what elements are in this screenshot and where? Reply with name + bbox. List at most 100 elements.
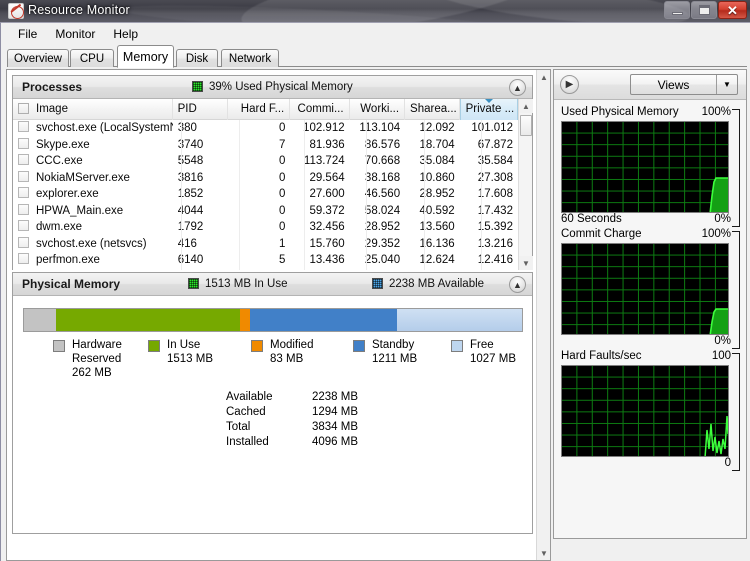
menu-item-file[interactable]: File bbox=[9, 25, 46, 43]
pane-scroll-down-arrow-icon[interactable]: ▼ bbox=[537, 546, 551, 560]
row-checkbox[interactable] bbox=[18, 171, 29, 182]
scrollbar-thumb[interactable] bbox=[520, 115, 532, 136]
physical-memory-summary: Available2238 MBCached1294 MBTotal3834 M… bbox=[226, 391, 358, 451]
cell-private: 15.392 bbox=[460, 219, 518, 236]
resource-monitor-icon bbox=[8, 3, 24, 19]
used-physical-memory-graph: Used Physical Memory 100% 60 Seconds 0% bbox=[561, 106, 741, 228]
cell-hard: 0 bbox=[228, 120, 290, 137]
graph-title: Commit Charge bbox=[561, 228, 642, 240]
menu-item-help[interactable]: Help bbox=[104, 25, 147, 43]
legend-text-line-1: Free bbox=[470, 339, 494, 351]
chevron-right-icon[interactable]: ▶ bbox=[560, 75, 579, 94]
views-button[interactable]: Views ▼ bbox=[630, 74, 738, 95]
row-checkbox[interactable] bbox=[18, 138, 29, 149]
row-checkbox[interactable] bbox=[18, 121, 29, 132]
tab-cpu[interactable]: CPU bbox=[70, 49, 114, 67]
chevron-down-icon[interactable]: ▼ bbox=[716, 75, 737, 94]
row-checkbox[interactable] bbox=[18, 154, 29, 165]
cell-commit: 27.600 bbox=[290, 186, 349, 203]
summary-key: Total bbox=[226, 421, 296, 433]
pane-scroll-up-arrow-icon[interactable]: ▲ bbox=[537, 70, 551, 84]
row-checkbox[interactable] bbox=[18, 204, 29, 215]
table-row[interactable]: perfmon.exe6140513.43625.04012.62412.416 bbox=[13, 252, 518, 269]
cell-text: Skype.exe bbox=[36, 139, 90, 151]
graph-footer: 0% bbox=[561, 335, 741, 350]
window-client-area: File Monitor Help Overview CPU Memory Di… bbox=[0, 22, 750, 561]
graph-title-row: Hard Faults/sec 100 bbox=[561, 350, 741, 365]
processes-table[interactable]: Image PID Hard F...Commi...Worki...Sharea.… bbox=[13, 99, 532, 270]
cell-hard: 0 bbox=[228, 170, 290, 187]
cell-shared: 28.952 bbox=[405, 186, 460, 203]
cell-commit: 13.436 bbox=[290, 252, 349, 269]
scroll-up-arrow-icon[interactable]: ▲ bbox=[519, 99, 533, 113]
row-checkbox[interactable] bbox=[18, 187, 29, 198]
minimize-button[interactable] bbox=[664, 1, 690, 19]
close-button[interactable]: ✕ bbox=[718, 1, 747, 19]
row-checkbox[interactable] bbox=[18, 220, 29, 231]
column-header-image[interactable]: Image bbox=[13, 99, 173, 120]
cell-commit: 15.760 bbox=[290, 236, 349, 253]
row-checkbox[interactable] bbox=[18, 237, 29, 248]
table-row[interactable]: NokiaMServer.exe3816029.56438.16810.8602… bbox=[13, 170, 518, 187]
memory-bar-segment-in-use bbox=[56, 309, 240, 331]
row-checkbox[interactable] bbox=[18, 253, 29, 264]
column-header-working[interactable]: Worki... bbox=[350, 99, 406, 120]
table-row[interactable]: svchost.exe (LocalSystemNet...3800102.91… bbox=[13, 120, 518, 137]
column-header-label: PID bbox=[178, 103, 197, 115]
cell-text: svchost.exe (LocalSystemNet... bbox=[36, 122, 173, 134]
select-all-checkbox[interactable] bbox=[18, 103, 29, 114]
cell-shared: 40.592 bbox=[405, 203, 460, 220]
table-row[interactable]: CCC.exe55480113.72470.66835.08435.584 bbox=[13, 153, 518, 170]
cell-working: 38.168 bbox=[350, 170, 405, 187]
legend-text-line-2: 1513 MB bbox=[167, 353, 213, 365]
column-header-commit[interactable]: Commi... bbox=[290, 99, 349, 120]
memory-content-scroll-area: Processes 39% Used Physical Memory ▲ Ima… bbox=[7, 70, 538, 560]
hard-faults-per-sec-graph: Hard Faults/sec 100 0 bbox=[561, 350, 741, 472]
summary-key: Installed bbox=[226, 436, 296, 448]
column-header-pid[interactable]: PID bbox=[173, 99, 229, 120]
tab-network[interactable]: Network bbox=[221, 49, 279, 67]
table-row[interactable]: HPWA_Main.exe4044059.37258.02440.59217.4… bbox=[13, 203, 518, 220]
cell-commit: 113.724 bbox=[290, 153, 349, 170]
physical-memory-group-header[interactable]: Physical Memory 1513 MB In Use 2238 MB A… bbox=[13, 273, 532, 296]
table-row[interactable]: HPWA_Service.exe6000046.60225.33625.0001… bbox=[13, 269, 518, 271]
row-checkbox[interactable] bbox=[18, 270, 29, 271]
tab-disk[interactable]: Disk bbox=[176, 49, 218, 67]
cell-text: HPWA_Main.exe bbox=[36, 205, 123, 217]
legend-text-line-1: Modified bbox=[270, 339, 313, 351]
used-physical-memory-status: 39% Used Physical Memory bbox=[209, 81, 353, 93]
cell-image: Skype.exe bbox=[13, 137, 173, 154]
table-row[interactable]: dwm.exe1792032.45628.95213.56015.392 bbox=[13, 219, 518, 236]
graph-axis-bracket bbox=[732, 353, 740, 471]
table-row[interactable]: explorer.exe1852027.60046.56028.95217.60… bbox=[13, 186, 518, 203]
column-header-hard[interactable]: Hard F... bbox=[228, 99, 290, 120]
processes-table-scrollbar[interactable]: ▲ ▼ bbox=[518, 99, 532, 270]
tab-memory[interactable]: Memory bbox=[117, 45, 174, 68]
legend-text-line-3: 262 MB bbox=[72, 367, 112, 379]
scroll-down-arrow-icon[interactable]: ▼ bbox=[519, 256, 533, 270]
menu-item-monitor[interactable]: Monitor bbox=[46, 25, 104, 43]
table-row[interactable]: Skype.exe3740781.93686.57618.70467.872 bbox=[13, 137, 518, 154]
table-row[interactable]: svchost.exe (netsvcs)416115.76029.35216.… bbox=[13, 236, 518, 253]
column-separator bbox=[239, 120, 240, 270]
tab-overview[interactable]: Overview bbox=[7, 49, 69, 67]
cell-hard: 0 bbox=[228, 153, 290, 170]
processes-collapse-chevron-up-icon[interactable]: ▲ bbox=[509, 79, 526, 96]
graph-min-label: 0% bbox=[714, 335, 731, 347]
summary-value: 2238 MB bbox=[296, 391, 358, 403]
column-header-shared[interactable]: Sharea... bbox=[405, 99, 460, 120]
summary-value: 3834 MB bbox=[296, 421, 358, 433]
title-bar[interactable]: Resource Monitor ✕ bbox=[0, 0, 750, 22]
window-title: Resource Monitor bbox=[28, 3, 130, 17]
maximize-button[interactable] bbox=[691, 1, 717, 19]
summary-value: 4096 MB bbox=[296, 436, 358, 448]
legend-text-line-2: 83 MB bbox=[270, 353, 303, 365]
cell-private: 10.656 bbox=[460, 269, 518, 271]
summary-row: Available2238 MB bbox=[226, 391, 358, 406]
physical-memory-collapse-chevron-up-icon[interactable]: ▲ bbox=[509, 276, 526, 293]
processes-group-header[interactable]: Processes 39% Used Physical Memory ▲ bbox=[13, 76, 532, 99]
content-pane-scrollbar[interactable]: ▲ ▼ bbox=[536, 70, 550, 560]
legend-color-swatch bbox=[148, 340, 160, 352]
column-header-private[interactable]: Private ... bbox=[460, 99, 518, 120]
graph-title-row: Commit Charge 100% bbox=[561, 228, 741, 243]
